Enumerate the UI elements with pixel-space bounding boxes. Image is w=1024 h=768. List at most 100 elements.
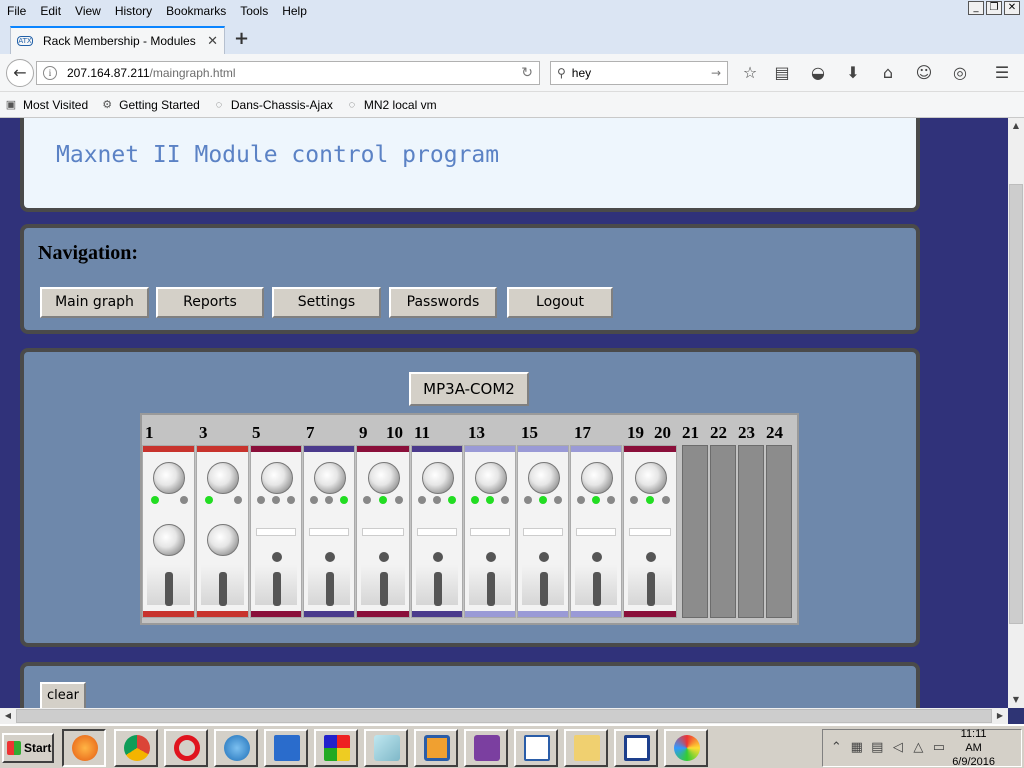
window-taskbar-button[interactable] xyxy=(614,729,658,767)
search-icon: ⚲ xyxy=(557,66,566,80)
settings-button[interactable]: Settings xyxy=(272,287,381,318)
reports-button[interactable]: Reports xyxy=(156,287,264,318)
pocket-icon[interactable]: ◒ xyxy=(808,63,828,83)
device-tray-icon[interactable]: ▤ xyxy=(870,740,885,756)
power-icon[interactable]: ▭ xyxy=(932,740,947,756)
network-tray-icon[interactable]: ▦ xyxy=(850,740,865,756)
clear-button[interactable]: clear xyxy=(40,682,86,708)
chat-icon[interactable]: ☺ xyxy=(914,63,934,83)
menu-file[interactable]: File xyxy=(0,4,33,18)
logout-button[interactable]: Logout xyxy=(507,287,613,318)
bookmark-star-icon[interactable]: ☆ xyxy=(740,63,760,83)
home-icon[interactable]: ⌂ xyxy=(878,63,898,83)
show-hidden-icons-icon[interactable]: ⌃ xyxy=(829,740,844,756)
header-panel: Maxnet II Module control program xyxy=(20,118,920,212)
restore-button[interactable]: ❐ xyxy=(986,1,1002,15)
main-graph-button[interactable]: Main graph xyxy=(40,287,149,318)
app-taskbar-button[interactable] xyxy=(314,729,358,767)
horizontal-scroll-thumb[interactable] xyxy=(16,709,992,723)
firefox-taskbar-button[interactable] xyxy=(62,729,106,767)
network-taskbar-button[interactable] xyxy=(264,729,308,767)
empty-slot-21[interactable] xyxy=(682,445,708,618)
menu-icon[interactable]: ☰ xyxy=(992,63,1012,83)
onenote-taskbar-button[interactable] xyxy=(464,729,508,767)
menu-history[interactable]: History xyxy=(108,4,159,18)
atx-favicon-icon: ATX xyxy=(17,36,33,46)
reading-list-icon[interactable]: ▤ xyxy=(772,63,792,83)
empty-slot-23[interactable] xyxy=(738,445,764,618)
globe-icon[interactable]: ◎ xyxy=(950,63,970,83)
empty-slot-22[interactable] xyxy=(710,445,736,618)
search-go-icon[interactable]: → xyxy=(711,66,721,80)
tab-close-icon[interactable]: ✕ xyxy=(207,34,218,49)
menu-edit[interactable]: Edit xyxy=(33,4,68,18)
eraser-taskbar-button[interactable] xyxy=(364,729,408,767)
menu-tools[interactable]: Tools xyxy=(233,4,275,18)
module-slot-1[interactable] xyxy=(142,445,195,618)
search-value: hey xyxy=(571,66,592,80)
bookmark-most-visited[interactable]: ▣ Most Visited xyxy=(4,98,88,112)
slot-label: 5 xyxy=(252,423,261,442)
vertical-scroll-thumb[interactable] xyxy=(1009,184,1023,624)
google-drive-icon[interactable]: △ xyxy=(911,740,926,756)
search-input[interactable]: ⚲ hey → xyxy=(550,61,728,85)
volume-icon[interactable]: ◁ xyxy=(891,740,906,756)
module-slot-13[interactable] xyxy=(464,445,516,618)
slot-label: 22 xyxy=(710,423,727,442)
chrome-icon xyxy=(124,735,150,761)
page-subtitle: Maxnet II Module control program xyxy=(56,142,500,168)
bookmark-getting-started[interactable]: ⚙ Getting Started xyxy=(100,98,200,112)
explorer-taskbar-button[interactable] xyxy=(564,729,608,767)
module-slot-9-10[interactable] xyxy=(356,445,410,618)
chrome-taskbar-button[interactable] xyxy=(114,729,158,767)
slot-label: 1 xyxy=(145,423,154,442)
module-slot-7[interactable] xyxy=(303,445,355,618)
new-tab-button[interactable]: + xyxy=(234,28,249,49)
gear-icon: ⚙ xyxy=(102,98,113,111)
scroll-right-icon[interactable]: ▶ xyxy=(992,708,1008,724)
slot-label: 21 xyxy=(682,423,699,442)
system-clock[interactable]: 11:11 AM 6/9/2016 xyxy=(952,727,995,768)
document-icon xyxy=(524,735,550,761)
menu-bookmarks[interactable]: Bookmarks xyxy=(159,4,233,18)
vertical-scrollbar[interactable]: ▲ ▼ xyxy=(1008,118,1024,708)
module-slot-17[interactable] xyxy=(570,445,622,618)
vmware-taskbar-button[interactable] xyxy=(414,729,458,767)
minimize-button[interactable]: _ xyxy=(968,1,984,15)
close-window-button[interactable]: ✕ xyxy=(1004,1,1020,15)
start-button[interactable]: Start xyxy=(2,733,54,763)
module-slot-15[interactable] xyxy=(517,445,569,618)
slot-label: 15 xyxy=(521,423,538,442)
reload-icon[interactable]: ↻ xyxy=(521,65,533,81)
module-slot-19-20[interactable] xyxy=(623,445,677,618)
scroll-down-icon[interactable]: ▼ xyxy=(1008,692,1024,708)
passwords-button[interactable]: Passwords xyxy=(389,287,497,318)
bookmark-mn2-local-vm[interactable]: ◌ MN2 local vm xyxy=(345,98,437,112)
module-slot-3[interactable] xyxy=(196,445,249,618)
bookmark-dans-chassis-ajax[interactable]: ◌ Dans-Chassis-Ajax xyxy=(212,98,333,112)
site-info-icon[interactable]: i xyxy=(43,66,57,80)
navigation-toolbar: ← i 207.164.87.211/maingraph.html ↻ ⚲ he… xyxy=(0,54,1024,92)
paint-taskbar-button[interactable] xyxy=(664,729,708,767)
tab-rack-membership[interactable]: ATX Rack Membership - Modules ✕ xyxy=(10,26,225,54)
tab-title: Rack Membership - Modules xyxy=(43,34,196,48)
download-icon[interactable]: ⬇ xyxy=(843,63,863,83)
globe-taskbar-button[interactable] xyxy=(214,729,258,767)
url-bar[interactable]: i 207.164.87.211/maingraph.html ↻ xyxy=(36,61,540,85)
url-path: /maingraph.html xyxy=(149,66,236,80)
window-icon xyxy=(624,735,650,761)
word-taskbar-button[interactable] xyxy=(514,729,558,767)
menu-help[interactable]: Help xyxy=(275,4,314,18)
menu-view[interactable]: View xyxy=(68,4,108,18)
back-button[interactable]: ← xyxy=(6,59,34,87)
scroll-left-icon[interactable]: ◀ xyxy=(0,708,16,724)
empty-slot-24[interactable] xyxy=(766,445,792,618)
atx-icon: ◌ xyxy=(215,98,223,111)
scroll-up-icon[interactable]: ▲ xyxy=(1008,118,1024,134)
window-controls: _ ❐ ✕ xyxy=(968,1,1020,15)
opera-taskbar-button[interactable] xyxy=(164,729,208,767)
module-slot-5[interactable] xyxy=(250,445,302,618)
module-slot-11[interactable] xyxy=(411,445,463,618)
horizontal-scrollbar[interactable]: ◀ ▶ xyxy=(0,708,1008,724)
module-select-button[interactable]: MP3A-COM2 xyxy=(409,372,529,406)
